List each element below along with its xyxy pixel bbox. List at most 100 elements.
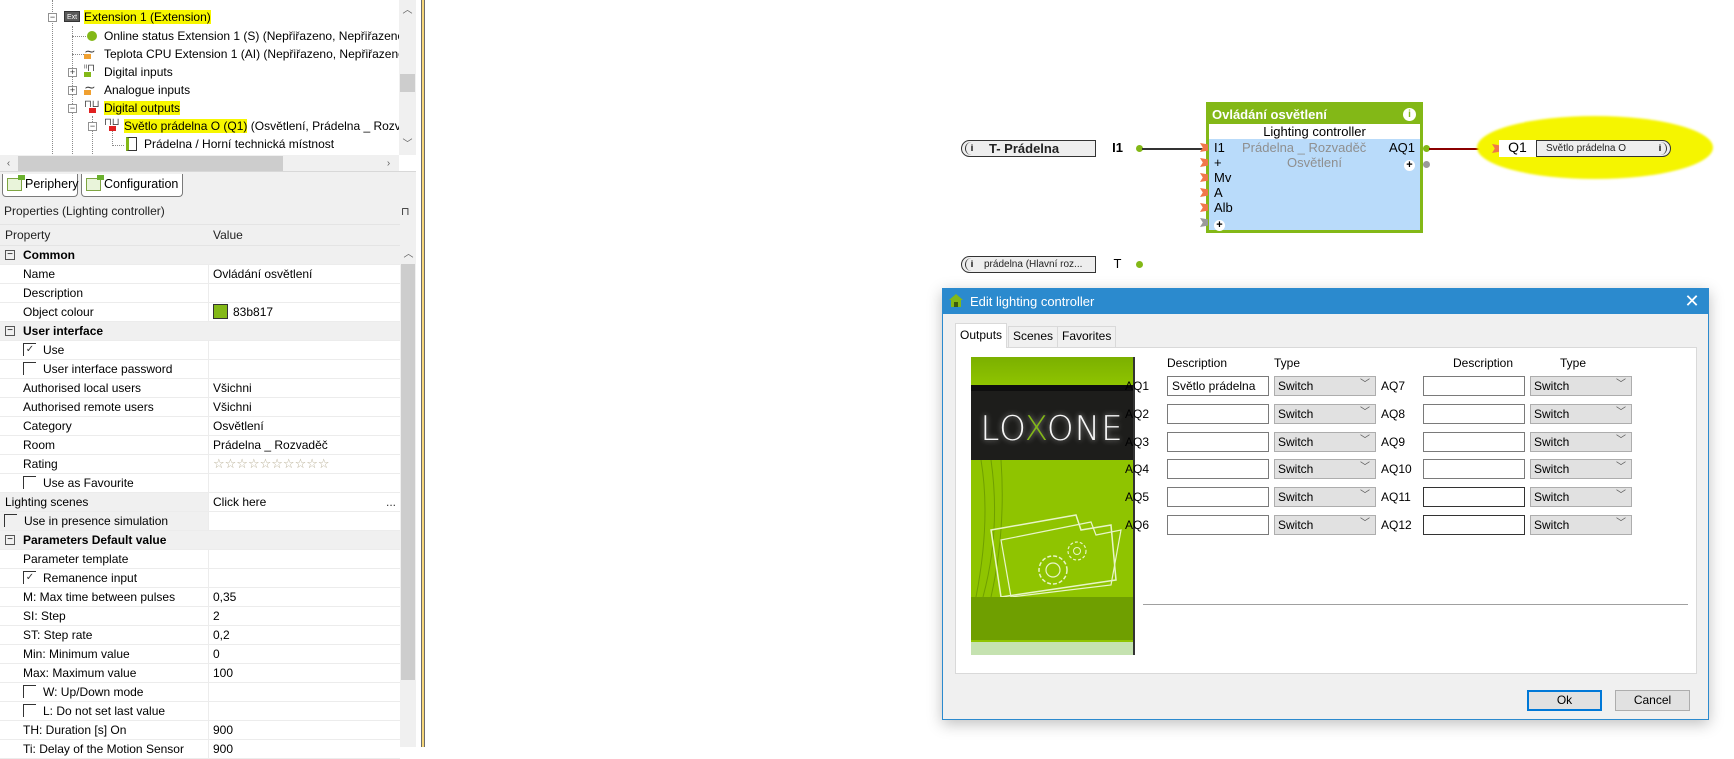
property-row[interactable]: Authorised local users Všichni <box>0 379 400 398</box>
input-block-pradelna-hlavni[interactable]: i prádelna (Hlavní roz... T <box>961 256 1139 273</box>
property-value[interactable]: 900 <box>208 740 400 758</box>
info-icon[interactable]: i <box>965 258 978 271</box>
lighting-controller-block[interactable]: Ovládání osvětlení i Lighting controller… <box>1200 102 1423 233</box>
property-row[interactable]: Authorised remote users Všichni <box>0 398 400 417</box>
tree-vertical-scrollbar[interactable]: ︿ ﹀ <box>399 0 416 155</box>
property-row[interactable]: Rating ☆☆☆☆☆☆☆☆☆☆ <box>0 455 400 474</box>
property-row[interactable]: Name Ovládání osvětlení <box>0 265 400 284</box>
output-description-input[interactable] <box>1167 487 1269 507</box>
scroll-up-icon[interactable]: ︿ <box>400 246 417 263</box>
property-row[interactable]: Use in presence simulation <box>0 512 400 531</box>
checkbox[interactable] <box>23 704 36 717</box>
property-row[interactable]: W: Up/Down mode <box>0 683 400 702</box>
property-value[interactable] <box>208 360 400 378</box>
output-description-input[interactable] <box>1423 376 1525 396</box>
expand-toggle[interactable]: + <box>68 68 77 77</box>
tab-favorites[interactable]: Favorites <box>1057 326 1117 347</box>
output-type-select[interactable]: Switch ﹀ <box>1530 515 1632 535</box>
connector-dot-add[interactable] <box>1423 161 1430 168</box>
checkbox[interactable] <box>23 685 36 698</box>
output-description-input[interactable] <box>1423 432 1525 452</box>
expand-toggle[interactable]: + <box>68 86 77 95</box>
info-icon[interactable]: i <box>1403 108 1416 121</box>
property-row[interactable]: M: Max time between pulses 0,35 <box>0 588 400 607</box>
scroll-thumb[interactable] <box>18 156 283 171</box>
panel-splitter[interactable] <box>421 0 425 747</box>
property-category[interactable]: − User interface <box>0 322 400 341</box>
scroll-up-icon[interactable]: ︿ <box>399 2 416 19</box>
cancel-button[interactable]: Cancel <box>1615 690 1690 711</box>
property-value[interactable]: 83b817 <box>208 303 400 321</box>
output-block-q1[interactable]: Q1 Světlo prádelna O i <box>1499 140 1671 157</box>
tab-periphery[interactable]: Periphery <box>2 174 79 197</box>
tree-item-online-status[interactable]: Online status Extension 1 (S) (Nepřiřaze… <box>104 27 404 45</box>
property-value[interactable] <box>208 550 400 568</box>
tab-configuration[interactable]: Configuration <box>81 174 183 197</box>
input-pin-add[interactable] <box>1200 218 1208 227</box>
output-description-input[interactable] <box>1167 432 1269 452</box>
property-row[interactable]: User interface password <box>0 360 400 379</box>
property-value[interactable]: 0 <box>208 645 400 663</box>
output-type-select[interactable]: Switch ﹀ <box>1274 404 1376 424</box>
property-value[interactable] <box>208 569 400 587</box>
checkbox[interactable] <box>23 476 36 489</box>
output-description-input[interactable] <box>1167 404 1269 424</box>
tree-item-digital-outputs[interactable]: Digital outputs <box>104 99 181 117</box>
property-category[interactable]: − Parameters Default value <box>0 531 400 550</box>
add-output-icon[interactable]: + <box>1404 156 1415 171</box>
property-row[interactable]: Ti: Delay of the Motion Sensor 900 <box>0 740 400 759</box>
property-value[interactable]: Osvětlení <box>208 417 400 435</box>
property-value[interactable] <box>208 474 400 492</box>
collapse-toggle[interactable]: − <box>48 13 57 22</box>
property-row[interactable]: Use as Favourite <box>0 474 400 493</box>
output-type-select[interactable]: Switch ﹀ <box>1530 459 1632 479</box>
dialog-title-bar[interactable]: Edit lighting controller ✕ <box>943 289 1708 314</box>
tab-scenes[interactable]: Scenes <box>1008 326 1059 347</box>
output-type-select[interactable]: Switch ﹀ <box>1530 376 1632 396</box>
property-value[interactable]: Všichni <box>208 398 400 416</box>
tree-item-analogue-inputs[interactable]: Analogue inputs <box>104 81 190 99</box>
info-icon[interactable]: i <box>965 142 978 155</box>
checkbox[interactable]: ✓ <box>23 571 36 584</box>
property-row[interactable]: Min: Minimum value 0 <box>0 645 400 664</box>
property-row[interactable]: ST: Step rate 0,2 <box>0 626 400 645</box>
checkbox[interactable] <box>4 514 17 527</box>
pin-icon[interactable]: ⊓ <box>401 205 410 218</box>
tree-item-cpu-temp[interactable]: Teplota CPU Extension 1 (AI) (Nepřiřazen… <box>104 45 405 63</box>
output-description-input[interactable] <box>1167 376 1269 396</box>
scroll-thumb[interactable] <box>401 264 415 680</box>
property-row[interactable]: L: Do not set last value <box>0 702 400 721</box>
collapse-toggle[interactable]: − <box>5 535 15 545</box>
property-row[interactable]: Max: Maximum value 100 <box>0 664 400 683</box>
property-row[interactable]: Lighting scenes Click here... <box>0 493 400 512</box>
scroll-down-icon[interactable]: ﹀ <box>399 136 416 153</box>
property-value[interactable]: Ovládání osvětlení <box>208 265 400 283</box>
property-value[interactable]: 900 <box>208 721 400 739</box>
input-pin[interactable] <box>1200 203 1208 212</box>
property-value[interactable] <box>208 683 400 701</box>
input-pin[interactable] <box>1200 173 1208 182</box>
property-row[interactable]: Room Prádelna _ Rozvaděč <box>0 436 400 455</box>
collapse-toggle[interactable]: − <box>5 326 15 336</box>
color-swatch[interactable] <box>213 304 228 319</box>
property-row[interactable]: Parameter template <box>0 550 400 569</box>
tree-horizontal-scrollbar[interactable]: ‹ › <box>0 155 399 171</box>
scroll-left-icon[interactable]: ‹ <box>0 155 17 171</box>
tree-item-digital-inputs[interactable]: Digital inputs <box>104 63 173 81</box>
close-icon[interactable]: ✕ <box>1682 289 1702 314</box>
tree-item-svetlo-pradelna[interactable]: Světlo prádelna O (Q1) (Osvětlení, Práde… <box>124 117 407 135</box>
property-value[interactable]: ☆☆☆☆☆☆☆☆☆☆ <box>208 455 400 473</box>
collapse-toggle[interactable]: − <box>88 122 97 131</box>
property-value[interactable] <box>208 512 400 530</box>
info-icon[interactable]: i <box>1654 142 1667 155</box>
output-type-select[interactable]: Switch ﹀ <box>1274 432 1376 452</box>
output-type-select[interactable]: Switch ﹀ <box>1530 487 1632 507</box>
property-value[interactable] <box>208 284 400 302</box>
connector-dot[interactable] <box>1136 261 1143 268</box>
property-value[interactable]: Click here... <box>208 493 400 511</box>
tree-item-extension[interactable]: Extension 1 (Extension) <box>84 8 211 26</box>
tab-outputs[interactable]: Outputs <box>955 323 1008 348</box>
property-value[interactable]: 2 <box>208 607 400 625</box>
collapse-toggle[interactable]: − <box>5 250 15 260</box>
output-type-select[interactable]: Switch ﹀ <box>1274 459 1376 479</box>
